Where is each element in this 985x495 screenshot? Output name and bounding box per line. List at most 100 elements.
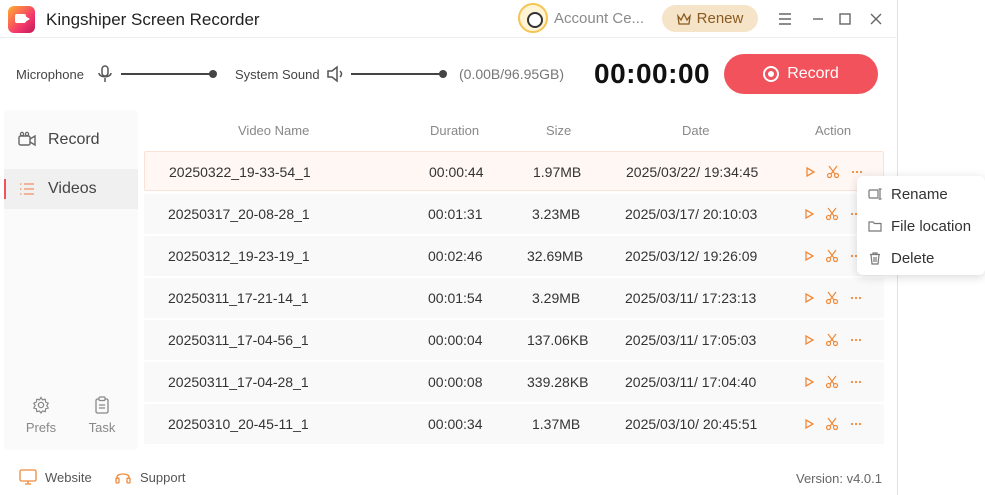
duration-cell: 00:01:31 [428,206,483,222]
column-header-action: Action [815,123,852,138]
scissors-icon[interactable] [825,207,839,221]
renew-button[interactable]: Renew [662,5,758,32]
sidebar-item-label: Record [48,131,100,148]
microphone-label: Microphone [16,67,84,82]
table-row[interactable]: 20250317_20-08-28_1 00:01:31 3.23MB 2025… [144,194,884,234]
list-icon [20,183,34,195]
menu-item-label: File location [891,218,972,235]
rename-icon [868,188,882,200]
minimize-icon[interactable] [808,9,828,29]
video-name-cell: 20250311_17-21-14_1 [168,290,309,306]
version-label: Version: v4.0.1 [796,471,882,486]
size-cell: 32.69MB [527,248,584,264]
video-name-cell: 20250317_20-08-28_1 [168,206,310,222]
menu-item-rename[interactable]: Rename [857,178,985,210]
task-button[interactable]: Task [82,396,122,435]
app-logo-icon [8,6,35,33]
avatar [518,3,548,33]
speaker-icon[interactable] [326,64,344,84]
size-cell: 137.06KB [527,332,589,348]
column-header-date: Date [682,123,710,138]
play-icon[interactable] [802,375,816,389]
recording-timer: 00:00:00 [594,58,711,89]
size-cell: 1.97MB [533,164,582,180]
maximize-icon[interactable] [835,9,855,29]
monitor-icon [19,469,37,485]
microphone-slider-handle[interactable] [209,70,217,78]
table-row[interactable]: 20250311_17-04-56_1 00:00:04 137.06KB 20… [144,320,884,360]
column-header-duration: Duration [430,123,480,138]
scissors-icon[interactable] [825,333,839,347]
microphone-icon[interactable] [96,64,114,84]
video-name-cell: 20250311_17-04-28_1 [168,374,309,390]
play-icon[interactable] [803,165,817,179]
menu-item-delete[interactable]: Delete [857,242,985,274]
table-row[interactable]: 20250311_17-04-28_1 00:00:08 339.28KB 20… [144,362,884,402]
more-icon[interactable] [849,375,863,389]
folder-icon [868,221,882,232]
recording-controls: Microphone System Sound (0.00B/96.95GB) … [0,39,898,109]
account-center-button[interactable]: Account Ce... [518,2,646,34]
sidebar: Record Videos Prefs Task [4,110,138,450]
play-icon[interactable] [802,249,816,263]
trash-icon [870,252,880,265]
table-row[interactable]: 20250311_17-21-14_1 00:01:54 3.29MB 2025… [144,278,884,318]
title-bar: Kingshiper Screen Recorder Account Ce...… [0,0,898,38]
website-link[interactable]: Website [45,470,92,485]
table-row[interactable]: 20250312_19-23-19_1 00:02:46 32.69MB 202… [144,236,884,276]
microphone-volume-slider[interactable] [121,70,217,78]
system-sound-volume-slider[interactable] [351,70,447,78]
menu-item-file-location[interactable]: File location [857,210,985,242]
duration-cell: 00:01:54 [428,290,483,306]
duration-cell: 00:00:34 [428,416,483,432]
play-icon[interactable] [802,333,816,347]
task-label: Task [88,420,116,435]
scissors-icon[interactable] [826,165,840,179]
scissors-icon[interactable] [825,291,839,305]
video-name-cell: 20250311_17-04-56_1 [168,332,309,348]
scissors-icon[interactable] [825,417,839,431]
record-button[interactable]: Record [724,54,878,94]
scissors-icon[interactable] [825,249,839,263]
gear-icon [32,396,50,414]
support-link[interactable]: Support [140,470,186,485]
more-icon[interactable] [849,291,863,305]
sidebar-item-record[interactable]: Record [4,120,138,160]
camera-icon [18,131,36,147]
sidebar-item-label: Videos [48,180,97,197]
close-icon[interactable] [866,9,886,29]
video-name-cell: 20250322_19-33-54_1 [169,164,311,180]
sidebar-item-videos[interactable]: Videos [4,169,138,209]
video-name-cell: 20250310_20-45-11_1 [168,416,309,432]
size-cell: 339.28KB [527,374,589,390]
record-button-label: Record [787,65,839,82]
prefs-button[interactable]: Prefs [21,396,61,435]
play-icon[interactable] [802,417,816,431]
size-cell: 3.23MB [532,206,581,222]
more-icon[interactable] [849,333,863,347]
more-icon[interactable] [849,417,863,431]
system-sound-slider-handle[interactable] [439,70,447,78]
storage-usage: (0.00B/96.95GB) [459,66,565,82]
duration-cell: 00:02:46 [428,248,483,264]
menu-item-label: Rename [891,186,948,203]
date-cell: 2025/03/22/ 19:34:45 [626,164,759,180]
date-cell: 2025/03/11/ 17:23:13 [625,290,757,306]
account-label: Account Ce... [554,9,645,27]
date-cell: 2025/03/17/ 20:10:03 [625,206,758,222]
app-title: Kingshiper Screen Recorder [46,10,260,29]
table-header: Video Name Duration Size Date Action [143,110,893,150]
headset-icon [115,473,131,484]
renew-label: Renew [696,10,744,27]
menu-item-label: Delete [891,250,935,267]
menu-icon[interactable] [775,9,795,29]
play-icon[interactable] [802,291,816,305]
scissors-icon[interactable] [825,375,839,389]
footer: Website Support Version: v4.0.1 [0,458,898,495]
table-row[interactable]: 20250322_19-33-54_1 00:00:44 1.97MB 2025… [144,151,884,191]
table-row[interactable]: 20250310_20-45-11_1 00:00:34 1.37MB 2025… [144,404,884,444]
system-sound-label: System Sound [235,67,320,82]
record-dot-icon [763,66,780,82]
size-cell: 3.29MB [532,290,581,306]
play-icon[interactable] [802,207,816,221]
